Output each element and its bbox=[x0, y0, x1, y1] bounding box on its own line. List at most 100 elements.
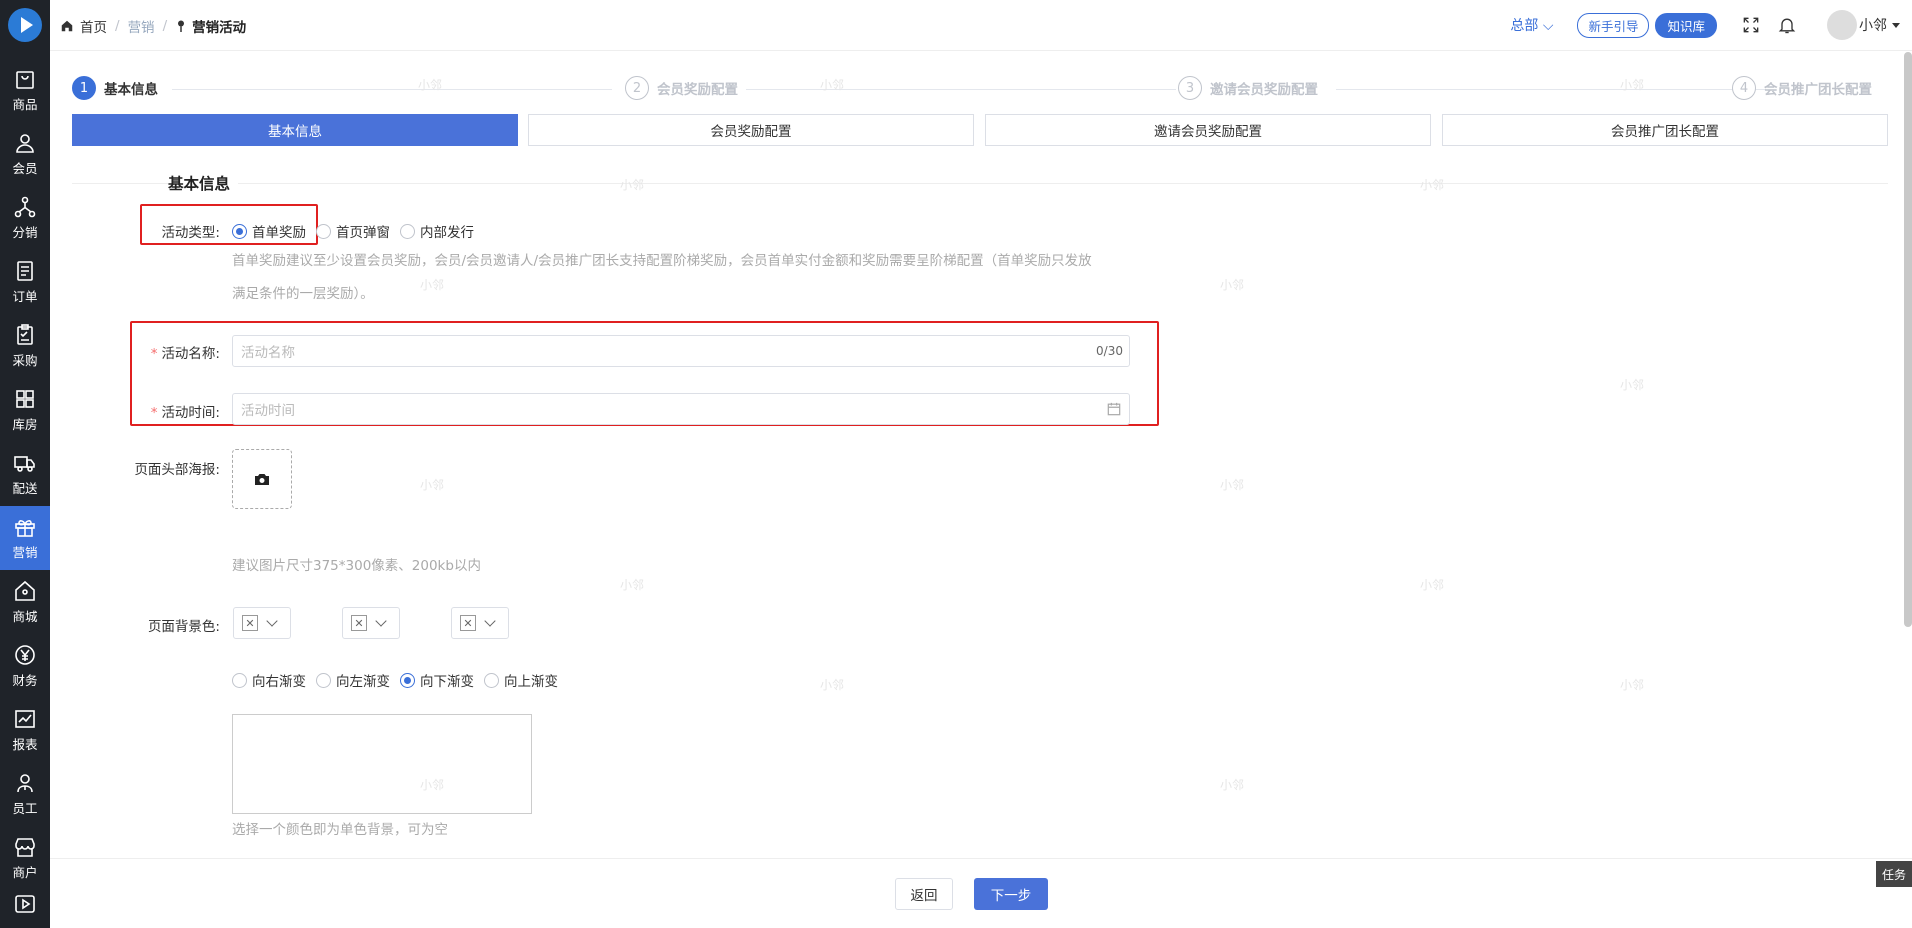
char-counter: 0/30 bbox=[1096, 344, 1123, 358]
document-icon bbox=[17, 261, 33, 281]
activity-time-picker[interactable]: 活动时间 bbox=[232, 393, 1130, 425]
hint-line: 首单奖励建议至少设置会员奖励，会员/会员邀请人/会员推广团长支持配置阶梯奖励，会… bbox=[232, 253, 1092, 269]
sidebar-item-members[interactable]: 会员 bbox=[0, 122, 50, 186]
sidebar-item-label: 采购 bbox=[12, 353, 38, 368]
sidebar-item-label: 分销 bbox=[12, 225, 38, 240]
watermark: 小邻 bbox=[1420, 178, 1445, 192]
radio-label: 向下渐变 bbox=[420, 674, 474, 690]
user-name[interactable]: 小邻 bbox=[1859, 15, 1887, 35]
activity-time-label: * 活动时间: bbox=[60, 401, 220, 421]
sidebar-item-label: 报表 bbox=[12, 737, 38, 752]
top-right-tools: 总部 ⌵ 新手引导 知识库 小邻 bbox=[1510, 10, 1900, 40]
config-tabs: 基本信息 会员奖励配置 邀请会员奖励配置 会员推广团长配置 bbox=[72, 114, 1888, 146]
radio-gradient-up[interactable]: 向上渐变 bbox=[484, 670, 558, 690]
radio-gradient-down[interactable]: 向下渐变 bbox=[400, 670, 474, 690]
watermark: 小邻 bbox=[1620, 78, 1645, 92]
color-picker-3[interactable]: ✕ bbox=[451, 607, 509, 639]
sidebar-item-orders[interactable]: 订单 bbox=[0, 250, 50, 314]
play-icon bbox=[15, 895, 35, 913]
staff-icon bbox=[17, 774, 33, 793]
truck-icon bbox=[14, 456, 35, 472]
color-picker-1[interactable]: ✕ bbox=[233, 607, 291, 639]
sidebar-item-label: 配送 bbox=[12, 481, 38, 496]
radio-home-popup[interactable]: 首页弹窗 bbox=[316, 221, 390, 241]
activity-type-radio-group: 首单奖励 首页弹窗 内部发行 bbox=[232, 221, 484, 241]
watermark: 小邻 bbox=[1420, 578, 1445, 592]
radio-dot bbox=[316, 223, 331, 239]
poster-upload[interactable] bbox=[232, 449, 292, 509]
chevron-down-icon: ⌵ bbox=[1542, 18, 1554, 34]
sidebar-item-finance[interactable]: 财务 bbox=[0, 634, 50, 698]
required-mark: * bbox=[150, 405, 158, 421]
caret-down-icon[interactable] bbox=[1892, 22, 1900, 28]
color-picker-2[interactable]: ✕ bbox=[342, 607, 400, 639]
tab-member-reward[interactable]: 会员奖励配置 bbox=[528, 114, 974, 146]
next-step-button[interactable]: 下一步 bbox=[974, 878, 1048, 910]
step-4: 4 会员推广团长配置 bbox=[1732, 76, 1872, 100]
org-selector[interactable]: 总部 ⌵ bbox=[1510, 15, 1553, 35]
sidebar-item-label: 会员 bbox=[12, 161, 38, 176]
fullscreen-icon[interactable] bbox=[1741, 15, 1761, 35]
activity-type-hint: 首单奖励建议至少设置会员奖励，会员/会员邀请人/会员推广团长支持配置阶梯奖励，会… bbox=[232, 245, 1152, 311]
org-selector-label: 总部 bbox=[1510, 18, 1539, 34]
task-button[interactable]: 任务 bbox=[1876, 861, 1912, 887]
calendar-icon bbox=[1107, 402, 1121, 416]
radio-gradient-left[interactable]: 向左渐变 bbox=[316, 670, 390, 690]
watermark: 小邻 bbox=[1220, 278, 1245, 292]
home-icon bbox=[61, 20, 73, 32]
section-title: 基本信息 bbox=[168, 172, 239, 194]
sidebar-item-label: 员工 bbox=[12, 801, 38, 816]
tab-invite-reward[interactable]: 邀请会员奖励配置 bbox=[985, 114, 1431, 146]
watermark: 小邻 bbox=[620, 178, 645, 192]
poster-hint: 建议图片尺寸375*300像素、200kb以内 bbox=[232, 558, 481, 574]
radio-label: 向上渐变 bbox=[504, 674, 558, 690]
bg-hint: 选择一个颜色即为单色背景，可为空 bbox=[232, 822, 448, 838]
activity-name-input[interactable]: 活动名称 0/30 bbox=[232, 335, 1130, 367]
tab-leader-config[interactable]: 会员推广团长配置 bbox=[1442, 114, 1888, 146]
radio-dot bbox=[400, 223, 415, 239]
sidebar-item-staff[interactable]: 员工 bbox=[0, 762, 50, 826]
app-logo[interactable] bbox=[8, 8, 42, 42]
sidebar-item-mall[interactable]: 商城 bbox=[0, 570, 50, 634]
radio-first-order-reward[interactable]: 首单奖励 bbox=[232, 221, 306, 241]
top-bar: 首页 / 营销 / 营销活动 总部 ⌵ 新手引导 知识库 小邻 bbox=[50, 0, 1912, 51]
breadcrumb-marketing[interactable]: 营销 bbox=[128, 16, 155, 36]
store-icon bbox=[15, 838, 35, 857]
sidebar-item-delivery[interactable]: 配送 bbox=[0, 442, 50, 506]
sidebar: 商品 会员 分销 订单 采购 库房 配送 营销 商城 财务 报表 员工 商户 bbox=[0, 0, 50, 928]
avatar[interactable] bbox=[1827, 10, 1857, 40]
section-divider bbox=[72, 183, 1888, 184]
sidebar-item-reports[interactable]: 报表 bbox=[0, 698, 50, 762]
radio-internal-issue[interactable]: 内部发行 bbox=[400, 221, 474, 241]
scrollbar[interactable] bbox=[1904, 52, 1912, 627]
watermark: 小邻 bbox=[418, 78, 443, 92]
sidebar-item-products[interactable]: 商品 bbox=[0, 58, 50, 122]
sidebar-item-distribution[interactable]: 分销 bbox=[0, 186, 50, 250]
sidebar-item-marketing[interactable]: 营销 bbox=[0, 506, 50, 570]
hint-line: 满足条件的一层奖励）。 bbox=[232, 286, 374, 302]
sidebar-item-purchase[interactable]: 采购 bbox=[0, 314, 50, 378]
sidebar-item-play[interactable] bbox=[0, 880, 50, 928]
radio-label: 内部发行 bbox=[420, 225, 474, 241]
breadcrumb-separator: / bbox=[162, 18, 168, 34]
grid-icon bbox=[16, 390, 34, 408]
chevron-down-icon bbox=[484, 615, 496, 627]
bag-icon bbox=[16, 71, 34, 89]
step-number: 4 bbox=[1732, 76, 1756, 100]
sidebar-item-label: 订单 bbox=[12, 289, 38, 304]
sidebar-item-warehouse[interactable]: 库房 bbox=[0, 378, 50, 442]
back-button[interactable]: 返回 bbox=[895, 878, 953, 910]
breadcrumb-home[interactable]: 首页 bbox=[80, 16, 107, 36]
sidebar-item-label: 库房 bbox=[12, 417, 38, 432]
watermark: 小邻 bbox=[1220, 478, 1245, 492]
sidebar-item-label: 财务 bbox=[12, 673, 38, 688]
tab-basic-info[interactable]: 基本信息 bbox=[72, 114, 518, 146]
input-placeholder: 活动时间 bbox=[241, 403, 295, 419]
guide-button[interactable]: 新手引导 bbox=[1577, 12, 1650, 38]
watermark: 小邻 bbox=[420, 478, 445, 492]
radio-gradient-right[interactable]: 向右渐变 bbox=[232, 670, 306, 690]
bg-color-label: 页面背景色: bbox=[147, 619, 220, 635]
knowledge-base-button[interactable]: 知识库 bbox=[1655, 12, 1717, 38]
radio-dot bbox=[484, 672, 499, 688]
bell-icon[interactable] bbox=[1777, 15, 1797, 35]
